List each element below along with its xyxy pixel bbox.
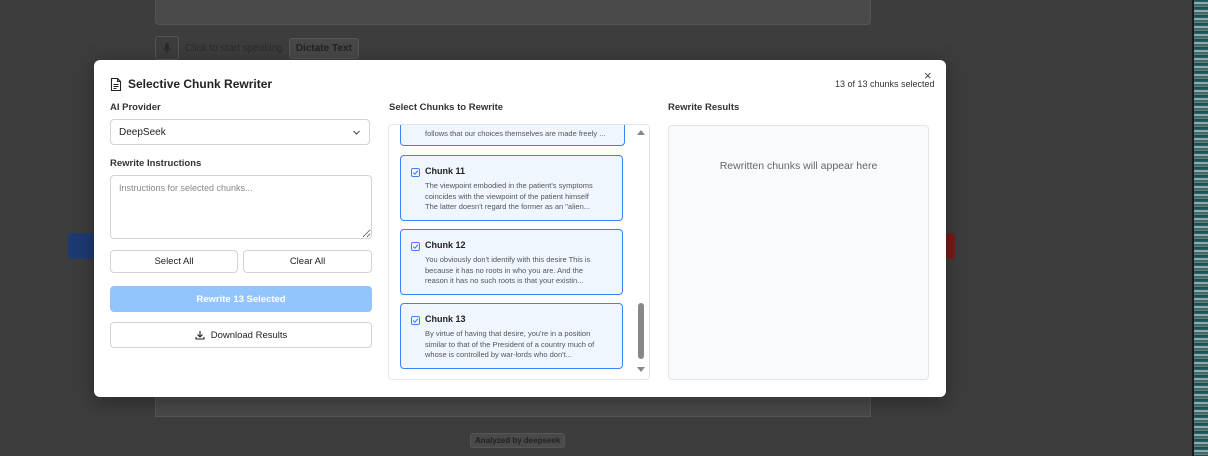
scrollbar-thumb[interactable] [638, 303, 644, 359]
provider-label: AI Provider [110, 102, 161, 113]
chunk-line: The viewpoint embodied in the patient's … [425, 181, 593, 190]
chevron-down-icon [353, 130, 360, 135]
chunk-item-11[interactable]: Chunk 11 The viewpoint embodied in the p… [400, 155, 623, 221]
download-results-button[interactable]: Download Results [110, 322, 372, 348]
chunk-preview: The viewpoint embodied in the patient's … [425, 181, 615, 213]
scroll-down-arrow-icon[interactable] [637, 367, 645, 372]
download-label: Download Results [210, 329, 288, 341]
chunk-partial-text: follows that our choices themselves are … [425, 129, 606, 138]
chunk-line: You obviously don't identify with this d… [425, 255, 591, 264]
chunk-preview: By virtue of having that desire, you're … [425, 329, 615, 361]
scroll-up-arrow-icon[interactable] [637, 130, 645, 135]
chunk-title: Chunk 12 [425, 240, 466, 250]
download-icon [195, 331, 205, 340]
analyzed-by-badge: Analyzed by deepseek [470, 433, 566, 448]
chunk-item-13[interactable]: Chunk 13 By virtue of having that desire… [400, 303, 623, 369]
background-editor-panel [155, 0, 871, 25]
provider-select[interactable]: DeepSeek [110, 119, 370, 145]
chunk-title: Chunk 13 [425, 314, 466, 324]
rewrite-selected-button[interactable]: Rewrite 13 Selected [110, 286, 372, 312]
document-icon [110, 77, 122, 91]
instructions-textarea[interactable] [110, 175, 372, 239]
close-icon[interactable]: × [924, 69, 932, 82]
dictation-hint: Click to start speaking [185, 42, 283, 54]
chunk-list[interactable]: follows that our choices themselves are … [388, 124, 650, 380]
chunk-rewriter-modal: Selective Chunk Rewriter 13 of 13 chunks… [94, 60, 946, 397]
results-panel: Rewritten chunks will appear here [668, 125, 929, 380]
chunk-line: reason it has no such roots is that your… [425, 276, 584, 285]
chunk-title: Chunk 11 [425, 166, 466, 176]
modal-title: Selective Chunk Rewriter [128, 77, 273, 91]
chunk-line: because it has no roots in who you are. … [425, 265, 584, 275]
chunk-line: similar to that of the President of a co… [425, 339, 595, 349]
chunk-line: By virtue of having that desire, you're … [425, 329, 591, 338]
chunk-line: whose is controlled by war-lords who don… [425, 350, 572, 359]
chunk-preview: You obviously don't identify with this d… [425, 255, 615, 287]
chunk-line: coincides with the viewpoint of the pati… [425, 191, 589, 201]
background-dictation-bar: Click to start speaking Dictate Text [155, 36, 359, 60]
selected-count: 13 of 13 chunks selected [835, 79, 935, 89]
dictate-text-button: Dictate Text [288, 37, 359, 59]
provider-value: DeepSeek [119, 126, 166, 138]
instructions-label: Rewrite Instructions [110, 158, 202, 169]
chunks-label: Select Chunks to Rewrite [389, 102, 504, 113]
results-label: Rewrite Results [668, 102, 740, 113]
chunk-item-12[interactable]: Chunk 12 You obviously don't identify wi… [400, 229, 623, 295]
checkbox-checked-icon[interactable] [411, 242, 420, 251]
chunk-line: The latter doesn't regard the former as … [425, 202, 591, 211]
select-all-button[interactable]: Select All [110, 250, 238, 273]
clear-all-button[interactable]: Clear All [243, 250, 372, 273]
checkbox-checked-icon[interactable] [411, 316, 420, 325]
checkbox-checked-icon[interactable] [411, 168, 420, 177]
modal-header: Selective Chunk Rewriter [110, 77, 272, 91]
background-texture-strip [1194, 0, 1208, 456]
background-lower-panel [155, 396, 871, 417]
microphone-icon [155, 36, 179, 60]
results-placeholder: Rewritten chunks will appear here [719, 160, 878, 172]
